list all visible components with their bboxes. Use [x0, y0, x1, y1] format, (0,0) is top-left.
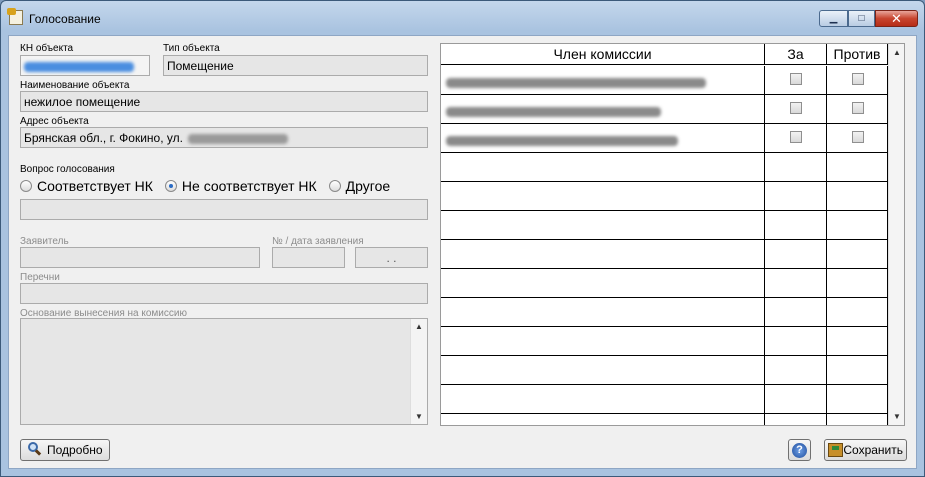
details-button-label: Подробно	[47, 443, 103, 457]
column-header-against[interactable]: Против	[826, 44, 888, 65]
against-checkbox[interactable]	[852, 131, 864, 143]
against-checkbox[interactable]	[852, 102, 864, 114]
member-name-blur	[446, 106, 661, 117]
minimize-button[interactable]: ▁	[819, 10, 848, 27]
type-field[interactable]: Помещение	[163, 55, 428, 76]
radio-other-label: Другое	[345, 178, 391, 194]
table-row[interactable]	[441, 95, 889, 124]
lists-field[interactable]	[20, 283, 428, 304]
kn-field[interactable]	[20, 55, 150, 76]
empty-row	[441, 153, 889, 182]
basis-scrollbar[interactable]: ▲ ▼	[410, 319, 427, 424]
radio-conforms-label: Соответствует НК	[37, 178, 153, 194]
radio-conforms-dot[interactable]	[20, 180, 32, 192]
for-checkbox[interactable]	[790, 102, 802, 114]
empty-row	[441, 240, 889, 269]
window-title: Голосование	[29, 12, 101, 26]
address-value: Брянская обл., г. Фокино, ул.	[24, 131, 183, 145]
basis-textarea[interactable]: ▲ ▼	[20, 318, 428, 425]
radio-not-conforms[interactable]: Не соответствует НК	[164, 178, 317, 194]
lists-label: Перечни	[20, 272, 60, 283]
empty-row	[441, 356, 889, 385]
against-checkbox[interactable]	[852, 73, 864, 85]
help-icon: ?	[792, 442, 807, 458]
for-cell	[764, 124, 826, 152]
radio-not-conforms-label: Не соответствует НК	[181, 178, 317, 194]
applicant-label: Заявитель	[20, 236, 69, 247]
type-label: Тип объекта	[163, 43, 220, 54]
member-name-redacted	[441, 124, 764, 152]
grid-scroll-up-icon[interactable]: ▲	[893, 48, 901, 57]
column-header-member[interactable]: Член комиссии	[441, 44, 764, 65]
radio-not-conforms-dot[interactable]	[164, 180, 177, 192]
title-bar[interactable]: Голосование ▁ □ ✕	[1, 1, 924, 35]
member-name-blur	[446, 77, 706, 88]
for-checkbox[interactable]	[790, 131, 802, 143]
app-icon	[7, 8, 23, 25]
name-label: Наименование объекта	[20, 80, 130, 91]
empty-row	[441, 211, 889, 240]
table-row[interactable]	[441, 66, 889, 95]
applicant-field[interactable]	[20, 247, 260, 268]
scroll-down-icon[interactable]: ▼	[415, 412, 423, 421]
help-button[interactable]: ?	[788, 439, 811, 461]
question-label: Вопрос голосования	[20, 164, 115, 175]
empty-row	[441, 182, 889, 211]
grid-scroll-down-icon[interactable]: ▼	[893, 412, 901, 421]
empty-row	[441, 327, 889, 356]
details-button[interactable]: Подробно	[20, 439, 110, 461]
radio-other-dot[interactable]	[328, 180, 341, 192]
magnifier-icon	[26, 442, 42, 458]
question-other-field[interactable]	[20, 199, 428, 220]
address-label: Адрес объекта	[20, 116, 89, 127]
address-redacted	[188, 133, 289, 144]
address-field[interactable]: Брянская обл., г. Фокино, ул.	[20, 127, 428, 148]
radio-other[interactable]: Другое	[328, 178, 391, 194]
save-button-label: Сохранить	[843, 443, 903, 457]
form-body: КН объекта Тип объекта Помещение Наимено…	[8, 35, 917, 469]
empty-row	[441, 298, 889, 327]
against-cell	[826, 95, 888, 123]
commission-grid: Член комиссии За Против ▲ ▼	[440, 43, 905, 426]
grid-header: Член комиссии За Против	[441, 44, 889, 65]
against-cell	[826, 124, 888, 152]
empty-row	[441, 414, 889, 425]
maximize-button[interactable]: □	[848, 10, 875, 27]
member-name-blur	[446, 135, 678, 146]
column-header-for[interactable]: За	[764, 44, 826, 65]
question-radio-group: Соответствует НК Не соответствует НК Дру…	[20, 176, 429, 196]
close-button[interactable]: ✕	[875, 10, 918, 27]
empty-row	[441, 385, 889, 414]
kn-value-redacted	[24, 61, 134, 72]
application-number-field[interactable]	[272, 247, 345, 268]
for-checkbox[interactable]	[790, 73, 802, 85]
scroll-up-icon[interactable]: ▲	[415, 322, 423, 331]
save-button[interactable]: Сохранить	[824, 439, 907, 461]
against-cell	[826, 66, 888, 94]
name-field[interactable]: нежилое помещение	[20, 91, 428, 112]
member-name-redacted	[441, 95, 764, 123]
for-cell	[764, 66, 826, 94]
voting-window: Голосование ▁ □ ✕ КН объекта Тип объекта…	[0, 0, 925, 477]
radio-conforms[interactable]: Соответствует НК	[20, 178, 153, 194]
application-date-field[interactable]: . .	[355, 247, 428, 268]
application-number-date-label: № / дата заявления	[272, 236, 364, 247]
member-name-redacted	[441, 66, 764, 94]
grid-scrollbar[interactable]: ▲ ▼	[888, 44, 904, 425]
save-icon	[828, 442, 843, 458]
for-cell	[764, 95, 826, 123]
empty-row	[441, 269, 889, 298]
kn-label: КН объекта	[20, 43, 74, 54]
table-row[interactable]	[441, 124, 889, 153]
